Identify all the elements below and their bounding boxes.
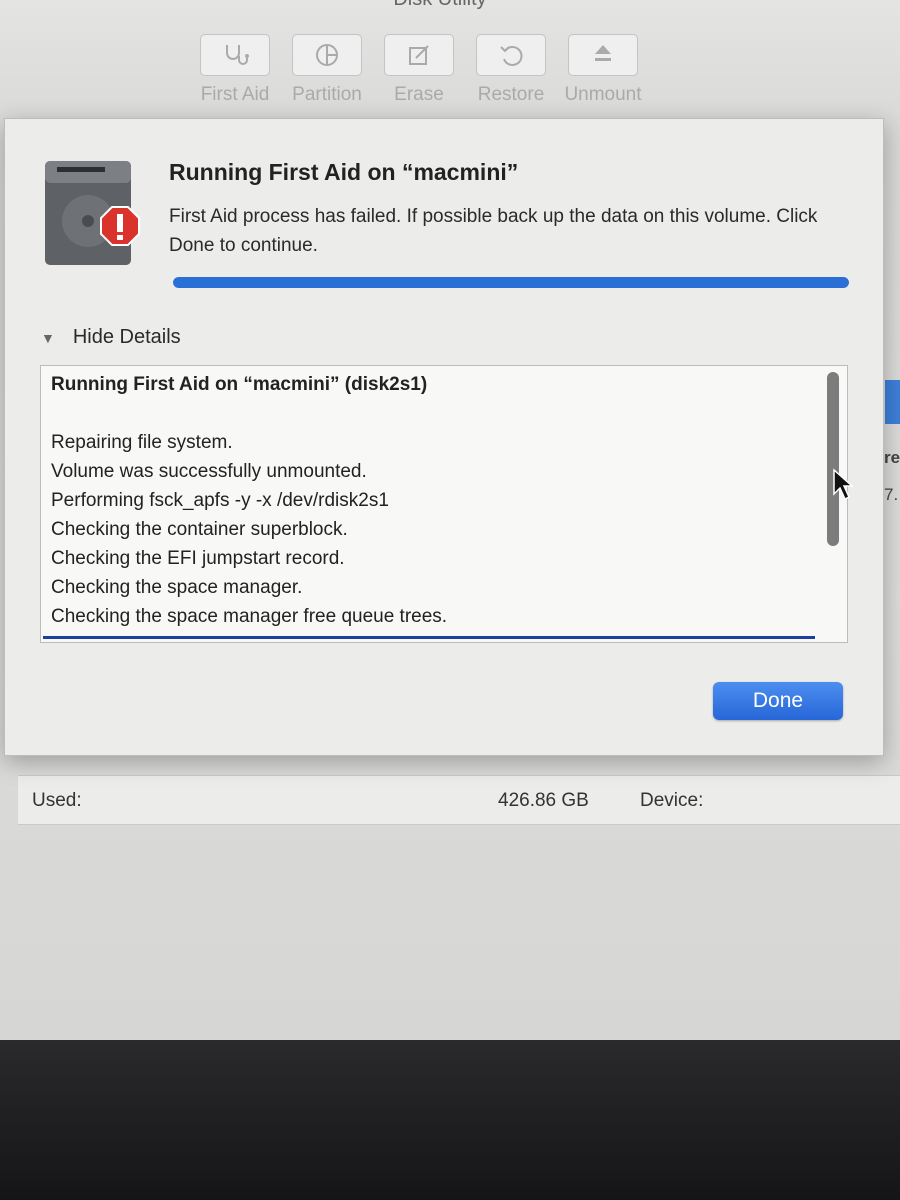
eject-icon	[568, 34, 638, 76]
toolbar: First Aid Partition Erase Restore Unmoun…	[195, 34, 643, 106]
sidebar-fragment: 7.	[884, 485, 899, 504]
restore-button[interactable]: Restore	[471, 34, 551, 106]
done-button[interactable]: Done	[713, 682, 843, 720]
hide-details-label: Hide Details	[72, 326, 181, 348]
mouse-cursor-icon	[831, 468, 857, 507]
log-line: Repairing file system.	[51, 432, 233, 453]
sidebar-selection	[885, 380, 900, 424]
log-line: Checking the EFI jumpstart record.	[51, 548, 345, 569]
log-header: Running First Aid on “macmini” (disk2s1)	[51, 374, 428, 395]
restore-icon	[476, 34, 546, 76]
hide-details-toggle[interactable]: ▼ Hide Details	[41, 326, 181, 349]
stethoscope-icon	[200, 34, 270, 76]
disclosure-triangle-icon: ▼	[41, 329, 55, 346]
restore-label: Restore	[477, 84, 545, 105]
first-aid-sheet: Running First Aid on “macmini” First Aid…	[4, 118, 884, 756]
log-line: Checking the space manager.	[51, 577, 303, 598]
progress-bar	[173, 277, 849, 288]
unmount-label: Unmount	[564, 84, 642, 105]
log-line: Volume was successfully unmounted.	[51, 461, 367, 482]
hard-drive-alert-icon	[43, 159, 141, 267]
progress-fill	[173, 277, 849, 288]
partition-button[interactable]: Partition	[287, 34, 367, 106]
selection-underline	[43, 636, 815, 639]
device-label: Device:	[640, 790, 704, 811]
sidebar-fragment: re	[884, 448, 900, 467]
log-line: Checking the container superblock.	[51, 519, 348, 540]
disk-utility-window: Disk Utility First Aid Partition Erase R…	[0, 0, 900, 1040]
first-aid-button[interactable]: First Aid	[195, 34, 275, 106]
dialog-title: Running First Aid on “macmini”	[169, 159, 519, 185]
first-aid-label: First Aid	[200, 84, 270, 105]
pie-chart-icon	[292, 34, 362, 76]
window-title: Disk Utility	[340, 0, 540, 11]
log-scrollbar[interactable]	[827, 372, 839, 546]
partition-label: Partition	[292, 84, 362, 105]
erase-button[interactable]: Erase	[379, 34, 459, 106]
used-value: 426.86 GB	[498, 790, 589, 811]
erase-icon	[384, 34, 454, 76]
log-line: Performing fsck_apfs -y -x /dev/rdisk2s1	[51, 490, 389, 511]
unmount-button[interactable]: Unmount	[563, 34, 643, 106]
volume-info-row: Used: 426.86 GB Device:	[18, 775, 900, 825]
used-label: Used:	[32, 790, 82, 811]
log-line: Checking the space manager free queue tr…	[51, 606, 448, 627]
erase-label: Erase	[394, 84, 444, 105]
screen-bezel	[0, 1040, 900, 1200]
dialog-message: First Aid process has failed. If possibl…	[169, 206, 818, 256]
details-log[interactable]: Running First Aid on “macmini” (disk2s1)…	[40, 365, 848, 643]
